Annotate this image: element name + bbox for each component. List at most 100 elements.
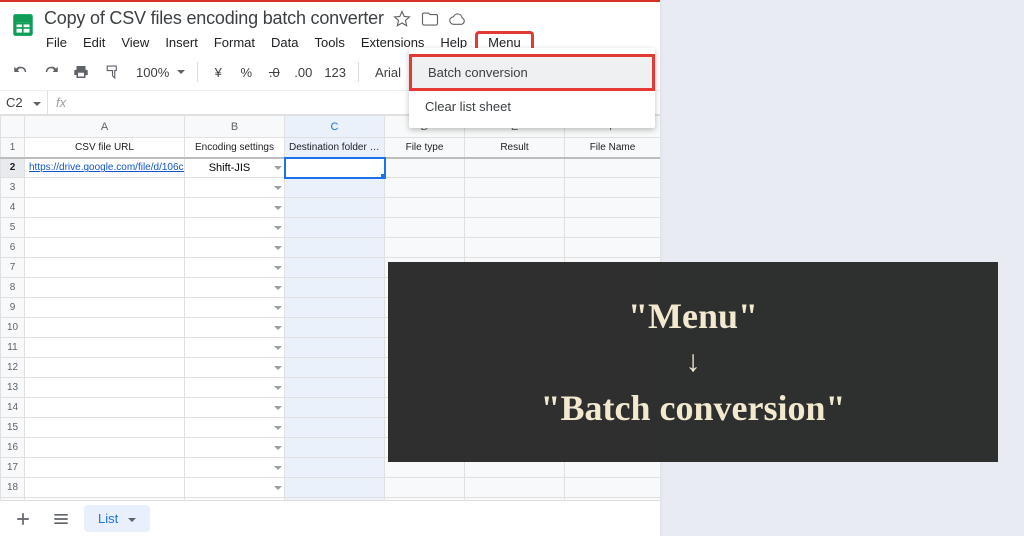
redo-button[interactable] bbox=[38, 60, 64, 84]
menu-view[interactable]: View bbox=[113, 31, 157, 54]
menu-tools[interactable]: Tools bbox=[306, 31, 352, 54]
cell[interactable] bbox=[565, 238, 661, 258]
select-all-cell[interactable] bbox=[1, 116, 25, 138]
col-header-C[interactable]: C bbox=[285, 116, 385, 138]
cell[interactable] bbox=[25, 438, 185, 458]
cell[interactable] bbox=[285, 238, 385, 258]
row-header-11[interactable]: 11 bbox=[1, 338, 25, 358]
cell[interactable] bbox=[185, 358, 285, 378]
star-icon[interactable] bbox=[392, 9, 412, 29]
menu-edit[interactable]: Edit bbox=[75, 31, 113, 54]
cell[interactable] bbox=[185, 258, 285, 278]
cell[interactable] bbox=[25, 258, 185, 278]
cell[interactable] bbox=[185, 458, 285, 478]
cell[interactable] bbox=[565, 218, 661, 238]
header-cell-A[interactable]: CSV file URL bbox=[25, 138, 185, 158]
header-cell-D[interactable]: File type bbox=[385, 138, 465, 158]
row-header-3[interactable]: 3 bbox=[1, 178, 25, 198]
chevron-down-icon[interactable] bbox=[274, 206, 282, 210]
cell[interactable] bbox=[285, 278, 385, 298]
cell[interactable] bbox=[385, 478, 465, 498]
more-formats-button[interactable]: 123 bbox=[320, 60, 350, 84]
row-header-8[interactable]: 8 bbox=[1, 278, 25, 298]
chevron-down-icon[interactable] bbox=[274, 406, 282, 410]
cell[interactable] bbox=[385, 178, 465, 198]
sheet-tab-list[interactable]: List bbox=[84, 505, 150, 532]
chevron-down-icon[interactable] bbox=[274, 446, 282, 450]
cell[interactable] bbox=[25, 378, 185, 398]
dropdown-item-batch-conversion[interactable]: Batch conversion bbox=[412, 57, 652, 88]
cell[interactable] bbox=[25, 198, 185, 218]
row-header-2[interactable]: 2 bbox=[1, 158, 25, 178]
header-cell-E[interactable]: Result bbox=[465, 138, 565, 158]
cell[interactable] bbox=[285, 258, 385, 278]
chevron-down-icon[interactable] bbox=[274, 306, 282, 310]
chevron-down-icon[interactable] bbox=[274, 286, 282, 290]
cell[interactable] bbox=[565, 158, 661, 178]
row-header-10[interactable]: 10 bbox=[1, 318, 25, 338]
cell[interactable] bbox=[25, 218, 185, 238]
chevron-down-icon[interactable] bbox=[274, 326, 282, 330]
cloud-status-icon[interactable] bbox=[448, 9, 468, 29]
cell[interactable] bbox=[285, 438, 385, 458]
cell[interactable] bbox=[185, 218, 285, 238]
chevron-down-icon[interactable] bbox=[274, 426, 282, 430]
cell[interactable] bbox=[25, 338, 185, 358]
move-icon[interactable] bbox=[420, 9, 440, 29]
row-header-6[interactable]: 6 bbox=[1, 238, 25, 258]
row-header-7[interactable]: 7 bbox=[1, 258, 25, 278]
menu-data[interactable]: Data bbox=[263, 31, 306, 54]
cell[interactable] bbox=[385, 198, 465, 218]
chevron-down-icon[interactable] bbox=[274, 486, 282, 490]
cell[interactable] bbox=[285, 338, 385, 358]
cell[interactable] bbox=[385, 218, 465, 238]
row-header-12[interactable]: 12 bbox=[1, 358, 25, 378]
cell[interactable] bbox=[285, 418, 385, 438]
cell[interactable] bbox=[285, 178, 385, 198]
row-header-4[interactable]: 4 bbox=[1, 198, 25, 218]
cell[interactable] bbox=[185, 278, 285, 298]
menu-format[interactable]: Format bbox=[206, 31, 263, 54]
all-sheets-button[interactable] bbox=[46, 505, 76, 533]
paint-format-button[interactable] bbox=[98, 60, 124, 84]
cell[interactable] bbox=[25, 478, 185, 498]
menu-file[interactable]: File bbox=[38, 31, 75, 54]
cell[interactable] bbox=[565, 198, 661, 218]
chevron-down-icon[interactable] bbox=[274, 186, 282, 190]
cell[interactable] bbox=[285, 398, 385, 418]
row-header-5[interactable]: 5 bbox=[1, 218, 25, 238]
cell[interactable] bbox=[385, 158, 465, 178]
cell[interactable] bbox=[285, 358, 385, 378]
cell[interactable] bbox=[285, 478, 385, 498]
cell[interactable] bbox=[285, 458, 385, 478]
increase-decimal-button[interactable]: .00 bbox=[290, 60, 316, 84]
decrease-decimal-button[interactable]: .0 bbox=[262, 60, 286, 84]
print-button[interactable] bbox=[68, 60, 94, 84]
cell[interactable] bbox=[465, 238, 565, 258]
header-cell-F[interactable]: File Name bbox=[565, 138, 661, 158]
cell[interactable] bbox=[285, 298, 385, 318]
cell[interactable]: https://drive.google.com/file/d/106cUeMk… bbox=[25, 158, 185, 178]
cell[interactable] bbox=[185, 178, 285, 198]
cell[interactable] bbox=[185, 418, 285, 438]
cell[interactable] bbox=[185, 238, 285, 258]
chevron-down-icon[interactable] bbox=[274, 266, 282, 270]
chevron-down-icon[interactable] bbox=[274, 166, 282, 170]
zoom-selector[interactable]: 100% bbox=[128, 60, 189, 84]
row-header-15[interactable]: 15 bbox=[1, 418, 25, 438]
add-sheet-button[interactable] bbox=[8, 505, 38, 533]
row-header-9[interactable]: 9 bbox=[1, 298, 25, 318]
col-header-B[interactable]: B bbox=[185, 116, 285, 138]
row-header-1[interactable]: 1 bbox=[1, 138, 25, 158]
cell[interactable] bbox=[285, 378, 385, 398]
cell[interactable] bbox=[185, 378, 285, 398]
row-header-13[interactable]: 13 bbox=[1, 378, 25, 398]
row-header-16[interactable]: 16 bbox=[1, 438, 25, 458]
chevron-down-icon[interactable] bbox=[274, 346, 282, 350]
chevron-down-icon[interactable] bbox=[274, 366, 282, 370]
percent-button[interactable]: % bbox=[234, 60, 258, 84]
cell[interactable] bbox=[465, 218, 565, 238]
chevron-down-icon[interactable] bbox=[274, 466, 282, 470]
dropdown-item-clear-list-sheet[interactable]: Clear list sheet bbox=[409, 91, 655, 122]
cell[interactable] bbox=[25, 358, 185, 378]
